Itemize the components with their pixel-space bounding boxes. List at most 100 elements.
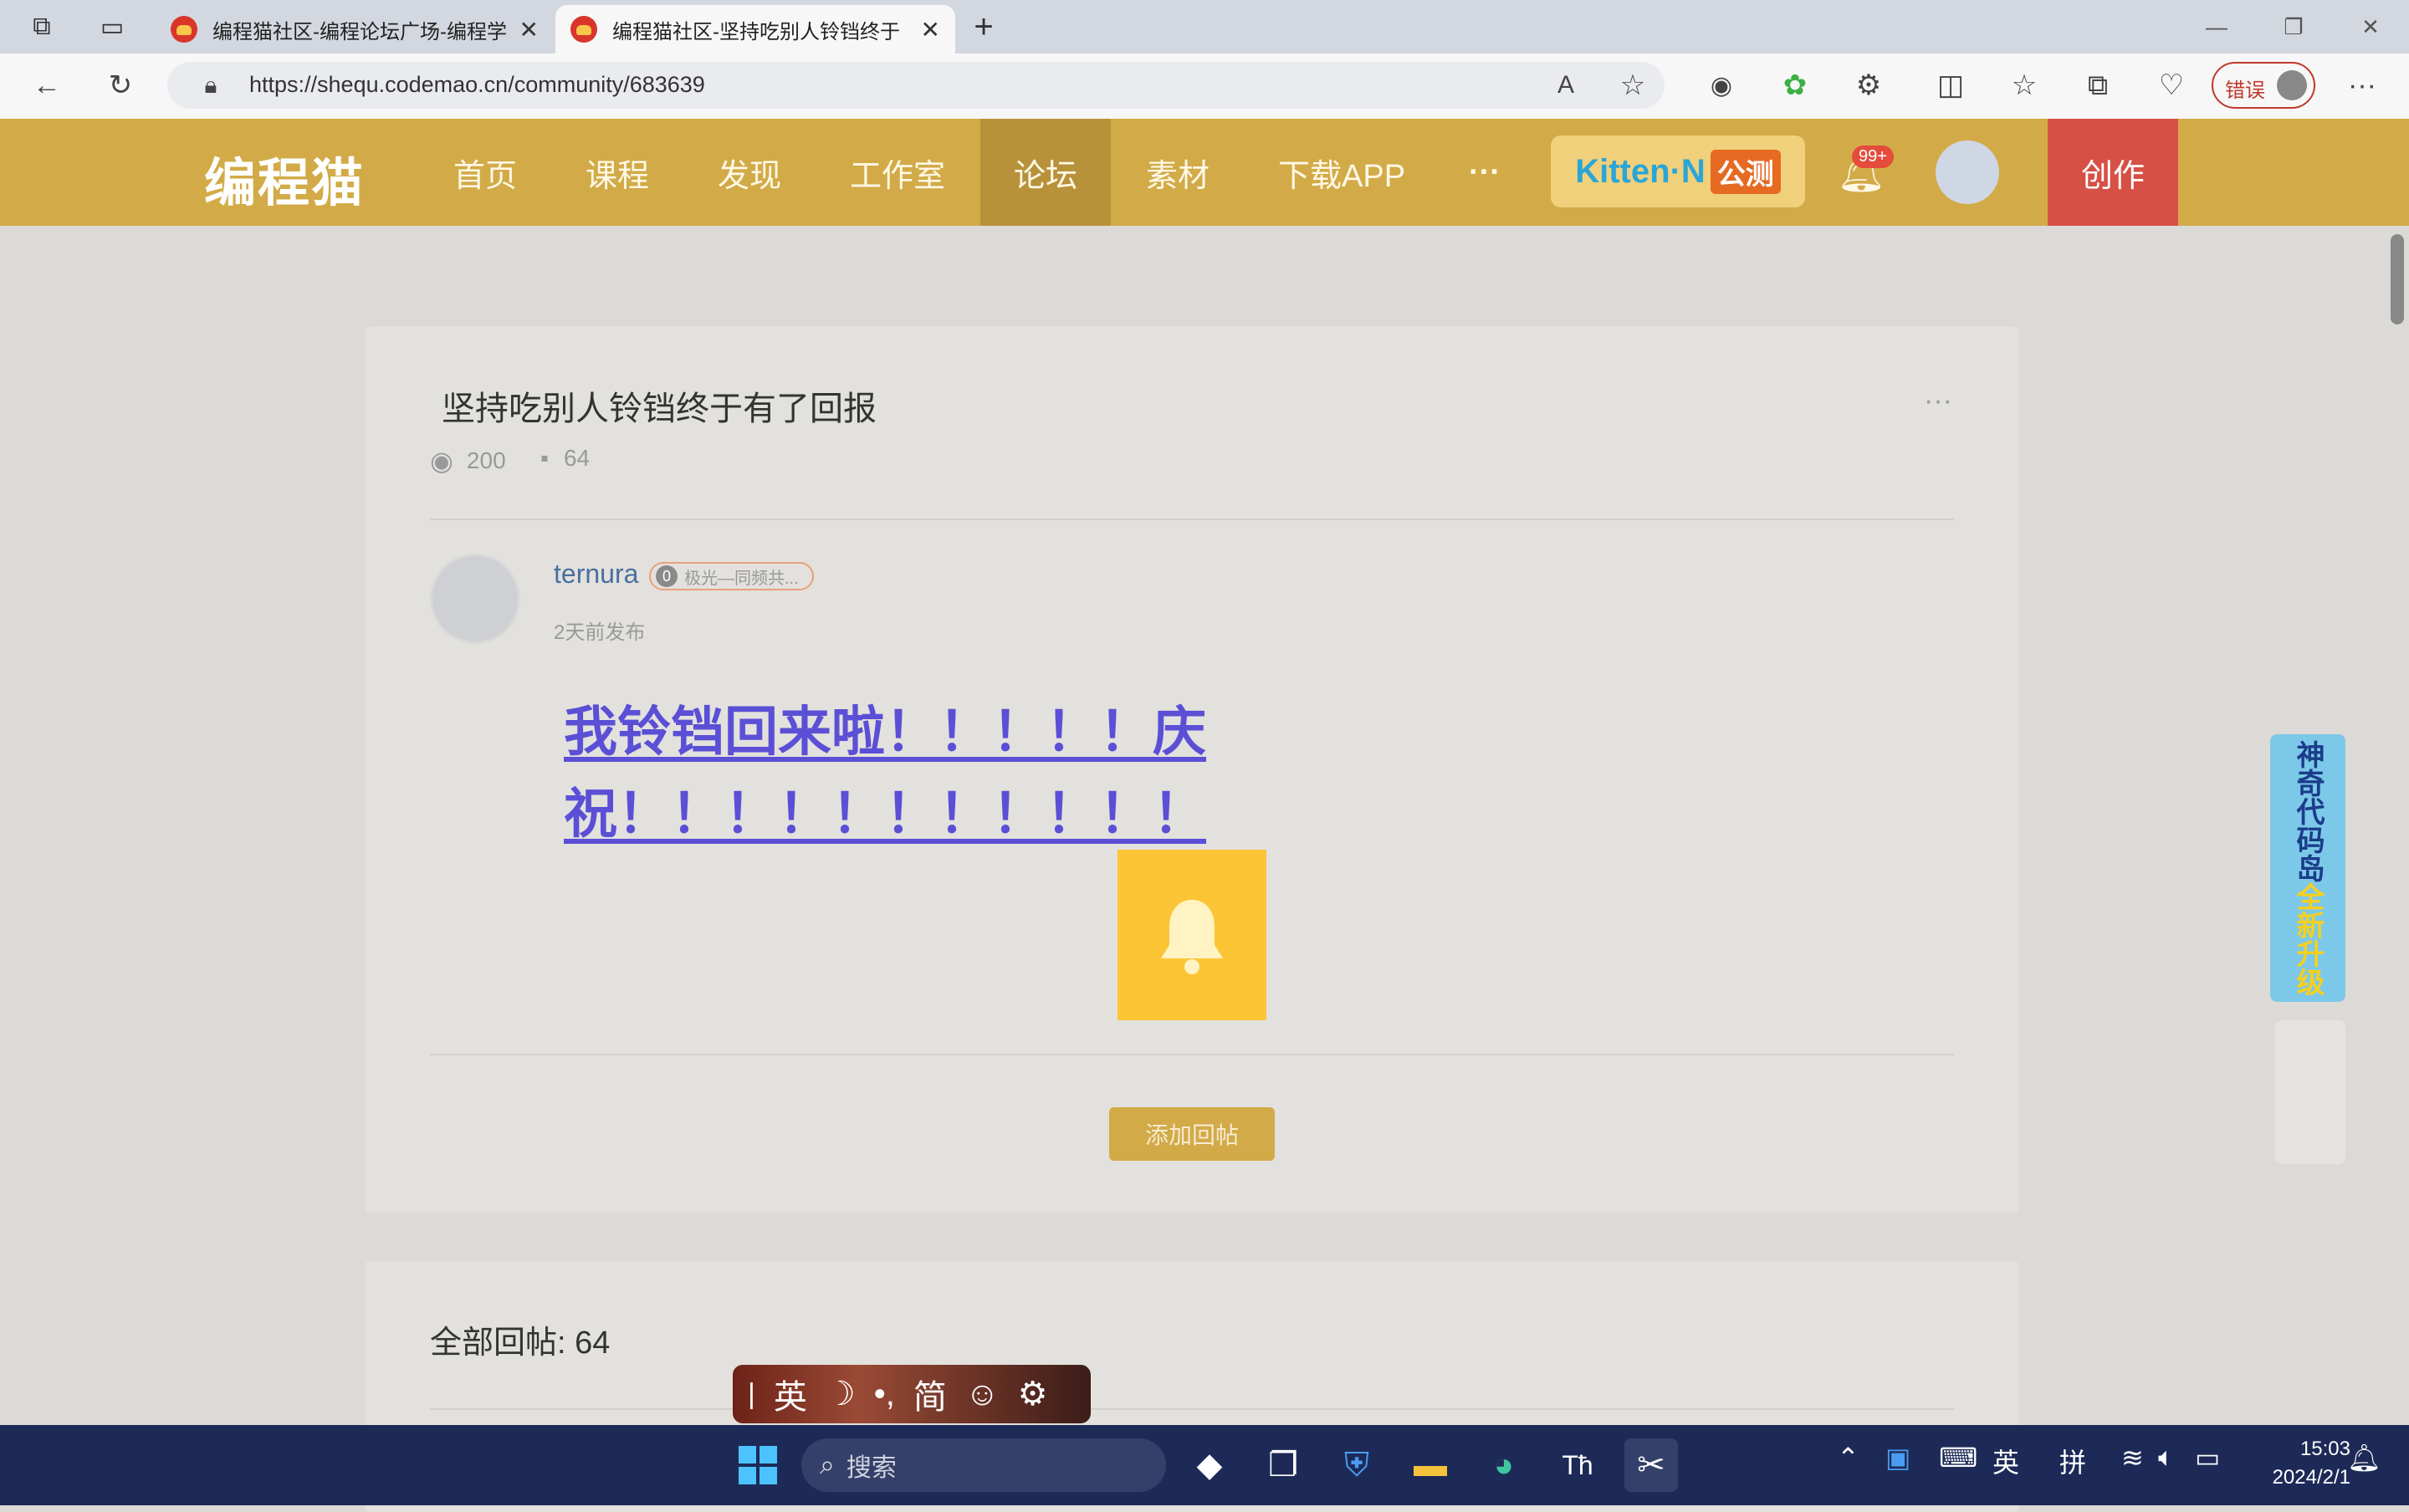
- comment-icon: ▪: [540, 445, 549, 471]
- volume-icon[interactable]: 🔈︎: [2158, 1442, 2174, 1474]
- favorites-icon[interactable]: ☆: [2001, 62, 2048, 109]
- edge-browser-icon[interactable]: ◕: [1477, 1438, 1531, 1492]
- clock-time: 15:03: [2299, 1438, 2350, 1460]
- tray-keyboard-icon[interactable]: ⌨: [1939, 1442, 1977, 1474]
- new-tab-icon[interactable]: +: [967, 8, 1000, 45]
- taskbar-search[interactable]: ⌕ 搜索: [801, 1438, 1166, 1492]
- minimize-icon[interactable]: —: [2178, 0, 2255, 54]
- code-island-ad[interactable]: 神奇代码岛 全新升级: [2270, 734, 2345, 1002]
- author-badge[interactable]: 0 极光—同频共...: [649, 562, 814, 590]
- ime-lang[interactable]: 英: [774, 1370, 807, 1418]
- user-avatar[interactable]: [1936, 140, 1999, 204]
- extension-green-icon[interactable]: ✿: [1772, 62, 1818, 109]
- lock-icon[interactable]: 🔒︎: [187, 62, 234, 109]
- tab-forum-square[interactable]: 编程猫社区-编程论坛广场-编程学 ✕: [156, 5, 554, 54]
- close-window-icon[interactable]: ✕: [2332, 0, 2409, 54]
- ime-toolbar[interactable]: | 英 ☽ •, 简 ☺ ⚙: [733, 1365, 1091, 1423]
- tray-overflow-icon[interactable]: ⌃: [1837, 1442, 1859, 1474]
- ime-emoji-icon[interactable]: ☺: [965, 1376, 1000, 1413]
- defender-shield-icon[interactable]: ⛨: [1330, 1438, 1384, 1492]
- nav-forum[interactable]: 论坛: [980, 119, 1111, 226]
- restore-icon[interactable]: ❐: [2255, 0, 2332, 54]
- tab-actions-icon[interactable]: ▭: [95, 10, 129, 43]
- tab-current-post[interactable]: 编程猫社区-坚持吃别人铃铛终于 ✕: [555, 5, 955, 54]
- tray-ime[interactable]: 拼: [2059, 1442, 2086, 1480]
- bell-icon: [1161, 900, 1223, 974]
- notification-bell-icon[interactable]: 🔔︎: [1837, 119, 1885, 226]
- profile-error-button[interactable]: 错误: [2212, 62, 2315, 109]
- badge-text: 极光—同频共...: [684, 569, 799, 588]
- codemao-favicon: [171, 16, 197, 43]
- post-more-icon[interactable]: ···: [1924, 385, 1952, 417]
- taskbar-clock[interactable]: 15:03 2024/2/1: [2253, 1435, 2350, 1492]
- create-button[interactable]: 创作: [2048, 119, 2178, 226]
- nav-materials[interactable]: 素材: [1146, 119, 1210, 226]
- add-reply-button[interactable]: 添加回帖: [1109, 1107, 1275, 1161]
- site-logo[interactable]: 编程猫: [204, 140, 365, 216]
- nav-discover[interactable]: 发现: [718, 119, 781, 226]
- file-explorer-icon[interactable]: ▬: [1404, 1438, 1457, 1492]
- scrollbar[interactable]: [2386, 226, 2409, 1425]
- snipping-tool-icon[interactable]: ✂: [1624, 1438, 1678, 1492]
- search-placeholder: 搜索: [846, 1454, 897, 1482]
- ime-moon-icon[interactable]: ☽: [826, 1375, 856, 1413]
- workspaces-icon[interactable]: ⧉: [25, 10, 59, 43]
- collections-icon[interactable]: ⧉: [2074, 62, 2121, 109]
- favorite-star-icon[interactable]: ☆: [1609, 62, 1656, 109]
- clock-date: 2024/2/1: [2272, 1466, 2350, 1489]
- ad-text: 神奇代码岛: [2292, 740, 2324, 882]
- kitten-n-banner[interactable]: Kitten·N 公测: [1551, 135, 1805, 207]
- close-tab-icon[interactable]: ✕: [519, 16, 539, 43]
- post-time: 2天前发布: [554, 621, 646, 644]
- split-screen-icon[interactable]: ◫: [1927, 62, 1974, 109]
- typora-icon[interactable]: Tħ: [1551, 1438, 1604, 1492]
- nav-more-icon[interactable]: ···: [1469, 119, 1501, 226]
- start-icon[interactable]: [731, 1438, 785, 1492]
- extension-tampermonkey-icon[interactable]: ◉: [1698, 62, 1745, 109]
- ime-settings-icon[interactable]: ⚙: [1018, 1375, 1048, 1413]
- scrollbar-thumb[interactable]: [2391, 234, 2404, 324]
- eye-icon: ◉: [430, 446, 453, 476]
- codemao-favicon: [570, 16, 597, 43]
- view-count-value: 200: [466, 447, 506, 473]
- battery-icon[interactable]: ▭: [2195, 1442, 2220, 1474]
- post-content-link[interactable]: 我铃铛回来啦！！！！！庆 祝！！！！！！！！！！！: [564, 691, 1216, 855]
- read-aloud-icon[interactable]: A: [1542, 62, 1589, 109]
- task-view-icon[interactable]: ❐: [1256, 1438, 1310, 1492]
- kitten-n-tag: 公测: [1710, 149, 1781, 194]
- kitten-n-label: Kitten·N: [1575, 152, 1706, 190]
- windows-logo-icon: [739, 1446, 777, 1484]
- performance-icon[interactable]: ♡: [2148, 62, 2195, 109]
- divider: [430, 518, 1954, 520]
- close-tab-icon[interactable]: ✕: [921, 16, 940, 43]
- error-label: 错误: [2225, 79, 2265, 102]
- post-title: 坚持吃别人铃铛终于有了回报: [442, 391, 877, 427]
- author-avatar[interactable]: [430, 554, 520, 644]
- copilot-icon[interactable]: ◆: [1183, 1438, 1236, 1492]
- ime-handle-icon[interactable]: |: [748, 1378, 755, 1411]
- url-text[interactable]: https://shequ.codemao.cn/community/68363…: [249, 72, 705, 98]
- divider: [430, 1408, 1954, 1410]
- ad-text-highlight: 全新升级: [2292, 882, 2324, 996]
- badge-level: 0: [656, 565, 678, 587]
- tray-lang[interactable]: 英: [1992, 1442, 2019, 1480]
- ime-punct-icon[interactable]: •,: [874, 1376, 895, 1413]
- wifi-icon[interactable]: ≋: [2121, 1442, 2144, 1474]
- nav-home[interactable]: 首页: [453, 119, 517, 226]
- side-toolbar[interactable]: [2275, 1020, 2345, 1164]
- search-icon: ⌕: [820, 1449, 835, 1479]
- ime-mode[interactable]: 简: [913, 1370, 947, 1418]
- content-line: 我铃铛回来啦！！！！！庆: [564, 702, 1206, 762]
- replies-heading: 全部回帖: 64: [430, 1326, 611, 1361]
- notification-center-icon[interactable]: 🔔︎: [2347, 1442, 2381, 1474]
- author-name[interactable]: ternura: [554, 559, 638, 590]
- refresh-icon[interactable]: ↻: [97, 62, 144, 109]
- tray-app-icon[interactable]: ▣: [1885, 1442, 1910, 1474]
- extensions-puzzle-icon[interactable]: ⚙: [1845, 62, 1892, 109]
- nav-studio[interactable]: 工作室: [850, 119, 945, 226]
- settings-more-icon[interactable]: ···: [2339, 62, 2386, 109]
- tab-title: 编程猫社区-坚持吃别人铃铛终于: [612, 20, 900, 43]
- back-icon[interactable]: ←: [23, 62, 70, 109]
- nav-download-app[interactable]: 下载APP: [1278, 119, 1405, 226]
- nav-courses[interactable]: 课程: [586, 119, 649, 226]
